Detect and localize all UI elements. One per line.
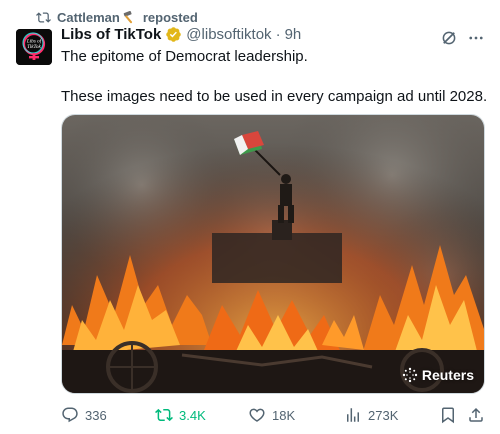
more-options-icon[interactable] — [466, 28, 486, 48]
tweet-text-line-2: These images need to be used in every ca… — [61, 88, 488, 105]
like-count: 18K — [272, 407, 296, 423]
share-icon — [469, 407, 483, 422]
repost-suffix: reposted — [142, 9, 198, 25]
grok-icon[interactable] — [440, 29, 458, 47]
like-button[interactable]: 18K — [248, 406, 295, 424]
repost-button[interactable]: 3.4K — [155, 406, 206, 424]
views-button[interactable]: 273K — [344, 406, 398, 424]
heart-icon — [249, 408, 265, 422]
reply-button[interactable]: 336 — [61, 406, 107, 424]
bookmark-button[interactable] — [439, 406, 457, 424]
bookmark-icon — [442, 407, 454, 424]
reposter-name[interactable]: Cattleman — [57, 10, 120, 25]
separator-dot: · — [275, 26, 281, 43]
reuters-logo-icon — [402, 367, 418, 383]
watermark-text: Reuters — [421, 367, 474, 383]
fire-scene-image — [62, 115, 484, 393]
hammer-icon — [123, 10, 132, 23]
views-count: 273K — [368, 407, 399, 423]
repost-icon — [155, 408, 173, 422]
analytics-icon — [347, 408, 359, 422]
timestamp[interactable]: 9h — [285, 26, 302, 43]
author-handle[interactable]: @libsoftiktok — [186, 26, 271, 43]
repost-indicator[interactable]: Cattleman reposted — [36, 8, 198, 26]
reuters-watermark: Reuters — [402, 367, 474, 383]
avatar[interactable]: Libs of TikTok — [16, 29, 52, 65]
reply-count: 336 — [85, 407, 107, 423]
repost-count: 3.4K — [179, 407, 206, 423]
reply-icon — [62, 407, 78, 423]
tweet-actions: 336 3.4K 18K 273K — [61, 404, 491, 426]
tweet-media-image[interactable]: Reuters — [61, 114, 485, 394]
svg-text:TikTok: TikTok — [27, 44, 41, 50]
tweet-text: The epitome of Democrat leadership. Thes… — [61, 47, 491, 107]
repost-icon — [36, 11, 51, 23]
verified-badge-icon[interactable] — [165, 26, 182, 43]
author-display-name[interactable]: Libs of TikTok — [61, 26, 161, 43]
share-button[interactable] — [467, 406, 485, 424]
tweet-header: Libs of TikTok @libsoftiktok · 9h — [61, 26, 301, 43]
tweet-text-line-1: The epitome of Democrat leadership. — [61, 48, 308, 65]
libs-of-tiktok-logo: Libs of TikTok — [16, 29, 52, 65]
